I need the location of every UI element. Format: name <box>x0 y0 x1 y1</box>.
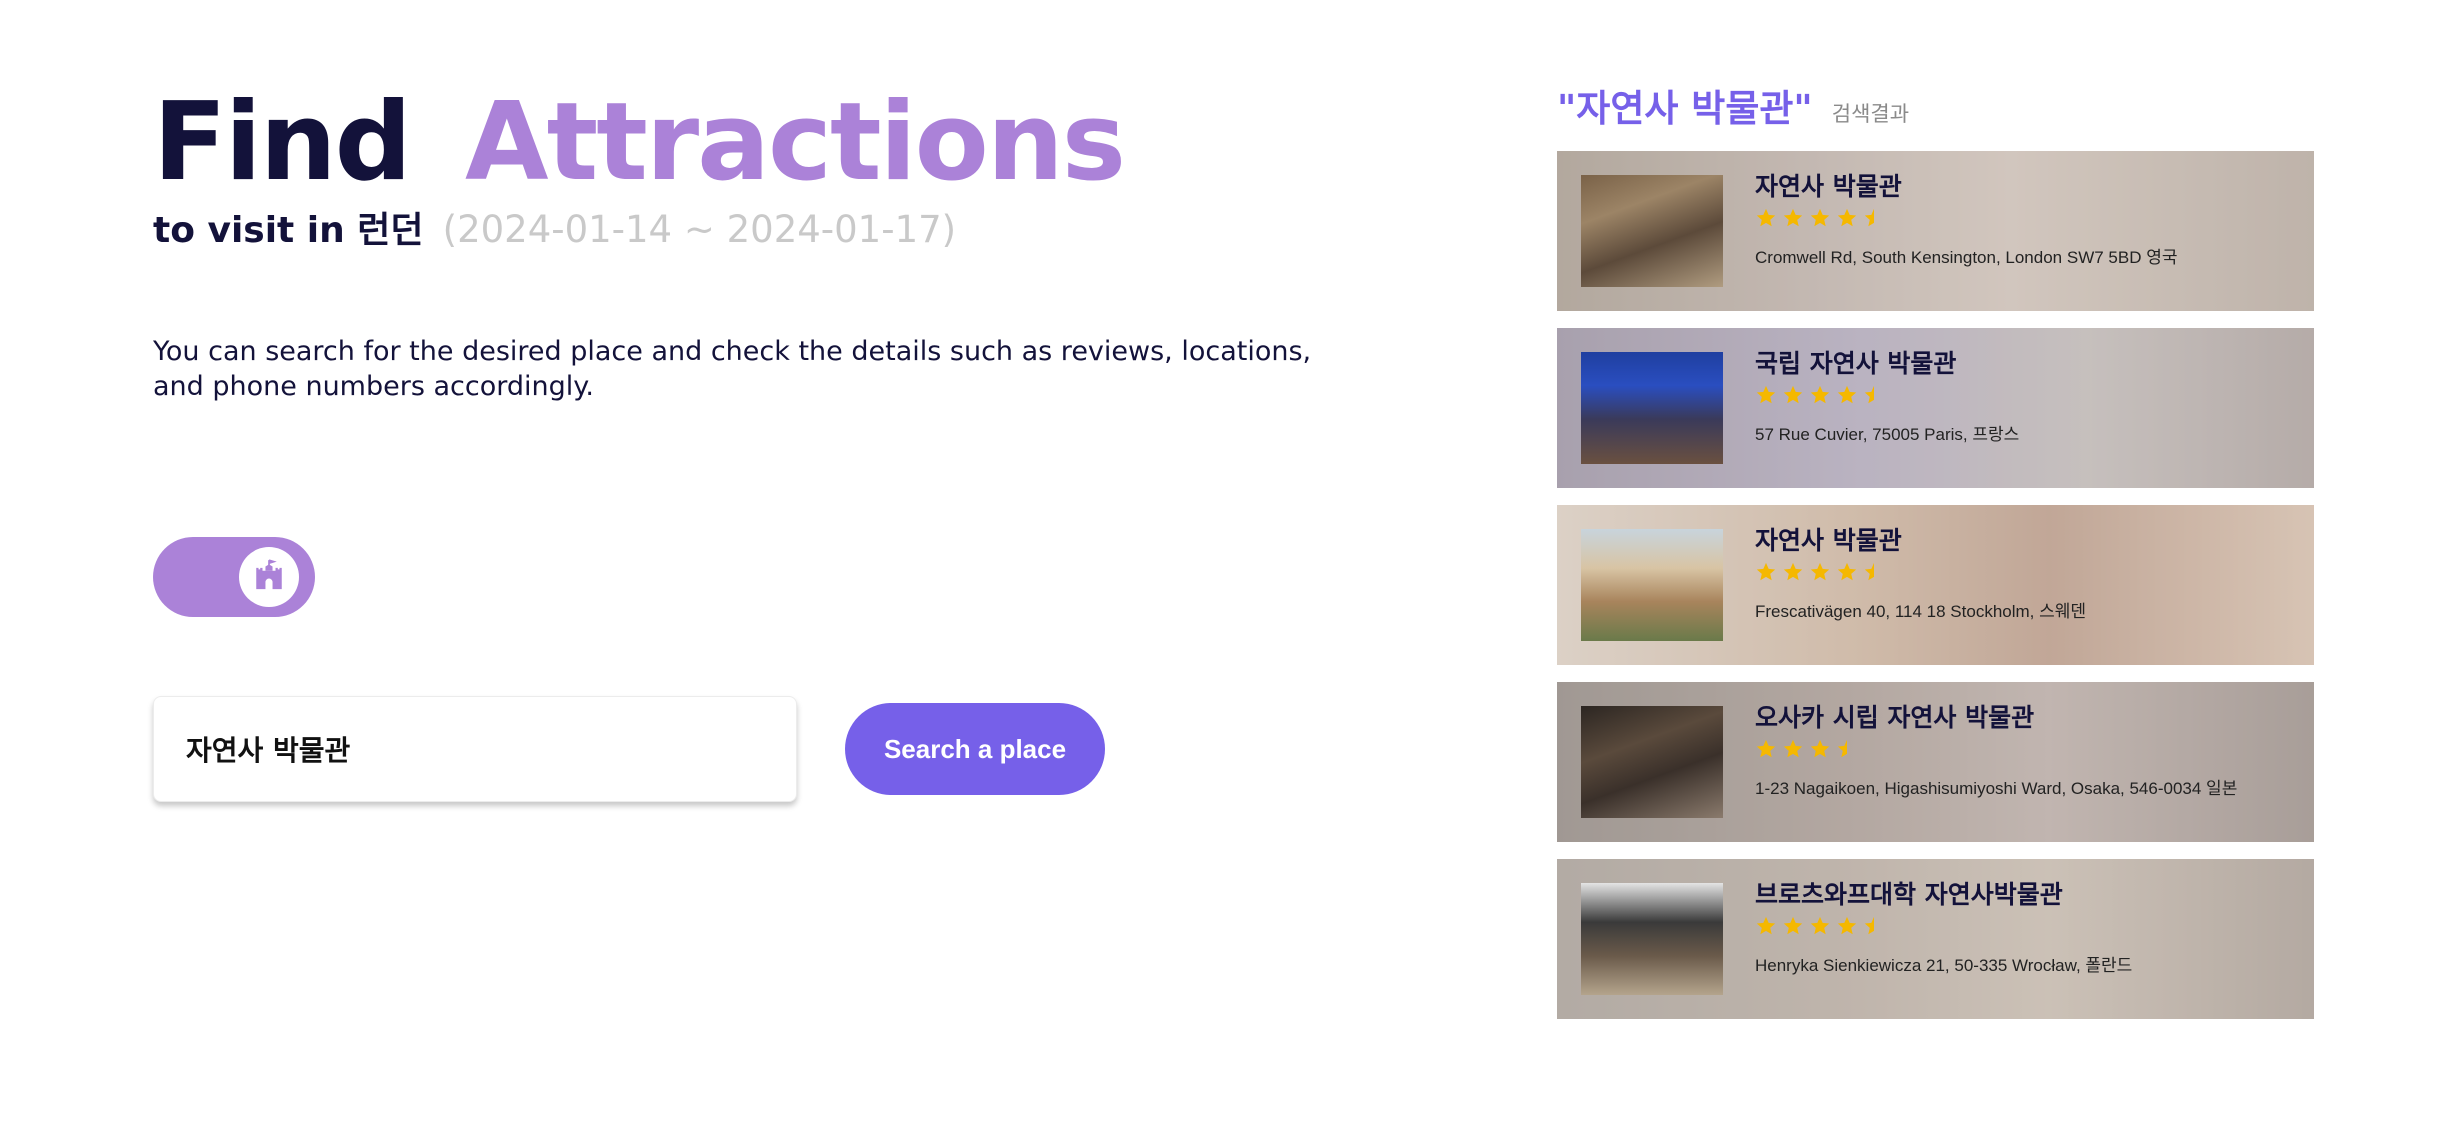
result-card[interactable]: 브로츠와프대학 자연사박물관 Henryka Sienkiewicza 21, … <box>1557 859 2314 1019</box>
card-thumbnail <box>1581 175 1723 287</box>
star-icon <box>1863 207 1885 229</box>
page: Find Attractions to visit in 런던 (2024-01-… <box>0 0 2460 1124</box>
star-icon <box>1755 561 1777 583</box>
card-title: 자연사 박물관 <box>1755 172 1902 201</box>
star-icon <box>1863 915 1885 937</box>
rating-stars <box>1755 913 2304 939</box>
card-thumbnail <box>1581 529 1723 641</box>
card-thumbnail <box>1581 352 1723 464</box>
card-thumbnail <box>1581 706 1723 818</box>
title-find: Find <box>153 80 412 205</box>
subtitle: to visit in 런던 (2024-01-14 ~ 2024-01-17) <box>153 202 956 265</box>
toggle-knob <box>239 547 299 607</box>
description: You can search for the desired place and… <box>153 336 1312 402</box>
star-icon <box>1782 561 1804 583</box>
star-icon <box>1782 207 1804 229</box>
card-address: 57 Rue Cuvier, 75005 Paris, 프랑스 <box>1755 425 2020 444</box>
castle-icon <box>252 558 286 596</box>
search-button[interactable]: Search a place <box>845 703 1105 795</box>
card-address: Cromwell Rd, South Kensington, London SW… <box>1755 248 2178 267</box>
category-toggle[interactable] <box>153 537 315 617</box>
star-icon <box>1809 915 1831 937</box>
results-query: "자연사 박물관" <box>1557 87 1813 130</box>
card-info: 브로츠와프대학 자연사박물관 Henryka Sienkiewicza 21, … <box>1755 879 2304 976</box>
card-title: 국립 자연사 박물관 <box>1755 349 1957 378</box>
star-icon <box>1836 384 1858 406</box>
search-input[interactable] <box>153 696 797 802</box>
card-thumbnail <box>1581 883 1723 995</box>
star-icon <box>1863 738 1885 760</box>
result-card[interactable]: 자연사 박물관 Frescativägen 40, 114 18 Stockho… <box>1557 505 2314 665</box>
card-address: 1-23 Nagaikoen, Higashisumiyoshi Ward, O… <box>1755 779 2238 798</box>
card-address: Frescativägen 40, 114 18 Stockholm, 스웨덴 <box>1755 602 2087 621</box>
results-panel: "자연사 박물관" 검색결과 자연사 박물관 Cromwell Rd, Sout… <box>1557 0 2317 1124</box>
card-title: 오사카 시립 자연사 박물관 <box>1755 703 2035 732</box>
title-attractions: Attractions <box>465 80 1126 205</box>
card-info: 오사카 시립 자연사 박물관 1-23 Nagaikoen, Higashisu… <box>1755 702 2304 799</box>
star-icon <box>1809 384 1831 406</box>
star-icon <box>1836 738 1858 760</box>
star-icon <box>1755 207 1777 229</box>
card-title: 브로츠와프대학 자연사박물관 <box>1755 880 2063 909</box>
rating-stars <box>1755 382 2304 408</box>
star-icon <box>1782 738 1804 760</box>
result-card[interactable]: 국립 자연사 박물관 57 Rue Cuvier, 75005 Paris, 프… <box>1557 328 2314 488</box>
trip-dates: (2024-01-14 ~ 2024-01-17) <box>442 208 957 251</box>
rating-stars <box>1755 736 2304 762</box>
page-title: Find Attractions <box>153 78 1126 208</box>
star-icon <box>1836 915 1858 937</box>
card-info: 자연사 박물관 Frescativägen 40, 114 18 Stockho… <box>1755 525 2304 622</box>
star-icon <box>1755 738 1777 760</box>
results-header: "자연사 박물관" 검색결과 <box>1557 84 1909 141</box>
star-icon <box>1755 915 1777 937</box>
card-info: 자연사 박물관 Cromwell Rd, South Kensington, L… <box>1755 171 2304 268</box>
star-icon <box>1836 561 1858 583</box>
star-icon <box>1809 207 1831 229</box>
star-icon <box>1755 384 1777 406</box>
star-icon <box>1809 738 1831 760</box>
star-icon <box>1863 384 1885 406</box>
card-info: 국립 자연사 박물관 57 Rue Cuvier, 75005 Paris, 프… <box>1755 348 2304 445</box>
star-icon <box>1809 561 1831 583</box>
results-label: 검색결과 <box>1831 102 1910 126</box>
star-icon <box>1863 561 1885 583</box>
hero-panel: Find Attractions to visit in 런던 (2024-01-… <box>153 0 1453 1124</box>
star-icon <box>1836 207 1858 229</box>
subtitle-destination: to visit in 런던 <box>153 210 424 251</box>
card-title: 자연사 박물관 <box>1755 526 1902 555</box>
star-icon <box>1782 384 1804 406</box>
rating-stars <box>1755 559 2304 585</box>
result-card[interactable]: 자연사 박물관 Cromwell Rd, South Kensington, L… <box>1557 151 2314 311</box>
result-card[interactable]: 오사카 시립 자연사 박물관 1-23 Nagaikoen, Higashisu… <box>1557 682 2314 842</box>
star-icon <box>1782 915 1804 937</box>
rating-stars <box>1755 205 2304 231</box>
card-address: Henryka Sienkiewicza 21, 50-335 Wrocław,… <box>1755 956 2133 975</box>
